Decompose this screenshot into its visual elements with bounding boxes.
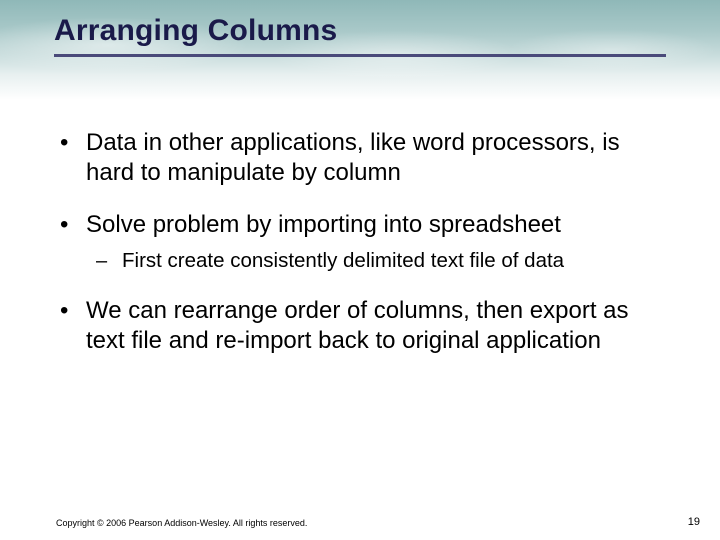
- sub-bullet-item: – First create consistently delimited te…: [96, 248, 672, 274]
- slide-content: • Data in other applications, like word …: [56, 128, 672, 376]
- bullet-item: • We can rearrange order of columns, the…: [56, 296, 672, 356]
- bullet-marker: •: [56, 296, 86, 326]
- bullet-item: • Solve problem by importing into spread…: [56, 210, 672, 240]
- bullet-item: • Data in other applications, like word …: [56, 128, 672, 188]
- bullet-text: Data in other applications, like word pr…: [86, 128, 672, 188]
- slide-footer: Copyright © 2006 Pearson Addison-Wesley.…: [56, 516, 700, 528]
- bullet-text: We can rearrange order of columns, then …: [86, 296, 672, 356]
- sub-bullet-marker: –: [96, 248, 122, 274]
- title-underline: [54, 54, 666, 57]
- bullet-marker: •: [56, 210, 86, 240]
- bullet-marker: •: [56, 128, 86, 158]
- page-number: 19: [688, 516, 700, 528]
- slide-title: Arranging Columns: [54, 14, 337, 48]
- copyright-text: Copyright © 2006 Pearson Addison-Wesley.…: [56, 518, 307, 528]
- sub-bullet-text: First create consistently delimited text…: [122, 248, 564, 274]
- bullet-text: Solve problem by importing into spreadsh…: [86, 210, 561, 240]
